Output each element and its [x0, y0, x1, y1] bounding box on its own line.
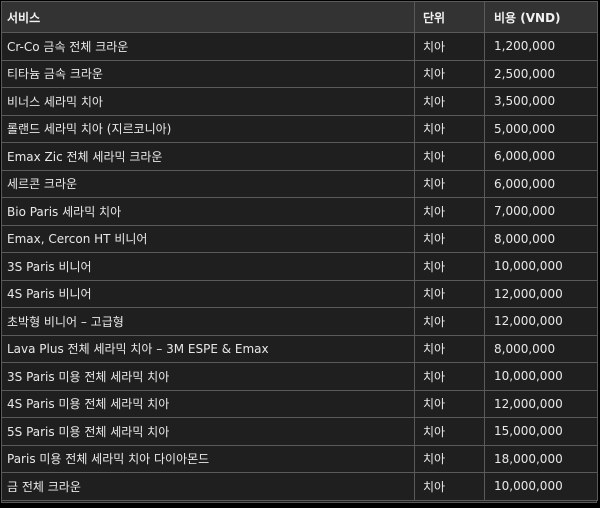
cell-unit: 치아 [414, 444, 485, 473]
cell-cost: 12,000,000 [484, 279, 598, 308]
cell-cost: 10,000,000 [484, 472, 598, 501]
header-service: 서비스 [1, 1, 415, 33]
cell-unit: 치아 [414, 252, 485, 281]
cell-unit: 치아 [414, 334, 485, 363]
cell-unit: 치아 [414, 362, 485, 391]
table-row: 3S Paris 비니어 치아 10,000,000 [1, 252, 598, 281]
table-row: 초박형 비니어 – 고급형 치아 12,000,000 [1, 307, 598, 336]
cell-service: 4S Paris 미용 전체 세라믹 치아 [1, 389, 415, 418]
cell-unit: 치아 [414, 114, 485, 143]
cell-unit: 치아 [414, 472, 485, 501]
price-table-container: 서비스 단위 비용 (VND) Cr-Co 금속 전체 크라운 치아 1,200,0… [1, 1, 598, 503]
cell-cost: 5,000,000 [484, 114, 598, 143]
cell-cost: 12,000,000 [484, 389, 598, 418]
table-row: 롤랜드 세라믹 치아 (지르코니아) 치아 5,000,000 [1, 114, 598, 143]
cell-unit: 치아 [414, 279, 485, 308]
cell-unit: 치아 [414, 417, 485, 446]
cell-cost: 1,200,000 [484, 32, 598, 61]
cell-unit: 치아 [414, 307, 485, 336]
header-cost: 비용 (VND) [484, 1, 598, 33]
cell-service: 롤랜드 세라믹 치아 (지르코니아) [1, 114, 415, 143]
cell-service: Bio Paris 세라믹 치아 [1, 197, 415, 226]
table-row: Lava Plus 전체 세라믹 치아 – 3M ESPE & Emax 치아 8,… [1, 334, 598, 363]
table-row: Bio Paris 세라믹 치아 치아 7,000,000 [1, 197, 598, 226]
cell-cost: 7,000,000 [484, 197, 598, 226]
cell-service: Emax Zic 전체 세라믹 크라운 [1, 142, 415, 171]
cell-unit: 치아 [414, 142, 485, 171]
cell-cost: 10,000,000 [484, 362, 598, 391]
table-body: Cr-Co 금속 전체 크라운 치아 1,200,000 티타늄 금속 크라운 치아 2,… [1, 32, 598, 501]
cell-unit: 치아 [414, 389, 485, 418]
cell-service: 3S Paris 미용 전체 세라믹 치아 [1, 362, 415, 391]
cell-service: 세르콘 크라운 [1, 169, 415, 198]
cell-cost: 18,000,000 [484, 444, 598, 473]
cell-cost: 6,000,000 [484, 142, 598, 171]
cell-cost: 8,000,000 [484, 334, 598, 363]
table-row: Cr-Co 금속 전체 크라운 치아 1,200,000 [1, 32, 598, 61]
table-header: 서비스 단위 비용 (VND) [1, 1, 598, 33]
cell-service: 4S Paris 비니어 [1, 279, 415, 308]
cell-cost: 10,000,000 [484, 252, 598, 281]
cell-unit: 치아 [414, 59, 485, 88]
cell-service: Paris 미용 전체 세라믹 치아 다이아몬드 [1, 444, 415, 473]
cell-service: 비너스 세라믹 치아 [1, 87, 415, 116]
table-row: 4S Paris 미용 전체 세라믹 치아 치아 12,000,000 [1, 389, 598, 418]
cell-cost: 8,000,000 [484, 224, 598, 253]
cell-service: 티타늄 금속 크라운 [1, 59, 415, 88]
table-row: 티타늄 금속 크라운 치아 2,500,000 [1, 59, 598, 88]
cell-unit: 치아 [414, 87, 485, 116]
table-row: 비너스 세라믹 치아 치아 3,500,000 [1, 87, 598, 116]
cell-cost: 3,500,000 [484, 87, 598, 116]
cell-service: Lava Plus 전체 세라믹 치아 – 3M ESPE & Emax [1, 334, 415, 363]
table-row: 금 전체 크라운 치아 10,000,000 [1, 472, 598, 501]
table-row: Emax Zic 전체 세라믹 크라운 치아 6,000,000 [1, 142, 598, 171]
cell-cost: 6,000,000 [484, 169, 598, 198]
cell-service: 3S Paris 비니어 [1, 252, 415, 281]
header-row: 서비스 단위 비용 (VND) [1, 1, 598, 33]
cell-unit: 치아 [414, 169, 485, 198]
cell-cost: 2,500,000 [484, 59, 598, 88]
cell-service: Cr-Co 금속 전체 크라운 [1, 32, 415, 61]
table-row: 5S Paris 미용 전체 세라믹 치아 치아 15,000,000 [1, 417, 598, 446]
header-unit: 단위 [414, 1, 485, 33]
cell-unit: 치아 [414, 224, 485, 253]
cell-unit: 치아 [414, 197, 485, 226]
cell-cost: 12,000,000 [484, 307, 598, 336]
table-row: Paris 미용 전체 세라믹 치아 다이아몬드 치아 18,000,000 [1, 444, 598, 473]
cell-service: 금 전체 크라운 [1, 472, 415, 501]
cell-service: 초박형 비니어 – 고급형 [1, 307, 415, 336]
table-row: 4S Paris 비니어 치아 12,000,000 [1, 279, 598, 308]
cell-service: Emax, Cercon HT 비니어 [1, 224, 415, 253]
table-row: Emax, Cercon HT 비니어 치아 8,000,000 [1, 224, 598, 253]
cell-unit: 치아 [414, 32, 485, 61]
cell-service: 5S Paris 미용 전체 세라믹 치아 [1, 417, 415, 446]
table-row: 3S Paris 미용 전체 세라믹 치아 치아 10,000,000 [1, 362, 598, 391]
price-table: 서비스 단위 비용 (VND) Cr-Co 금속 전체 크라운 치아 1,200,0… [1, 1, 598, 501]
cell-cost: 15,000,000 [484, 417, 598, 446]
table-row: 세르콘 크라운 치아 6,000,000 [1, 169, 598, 198]
